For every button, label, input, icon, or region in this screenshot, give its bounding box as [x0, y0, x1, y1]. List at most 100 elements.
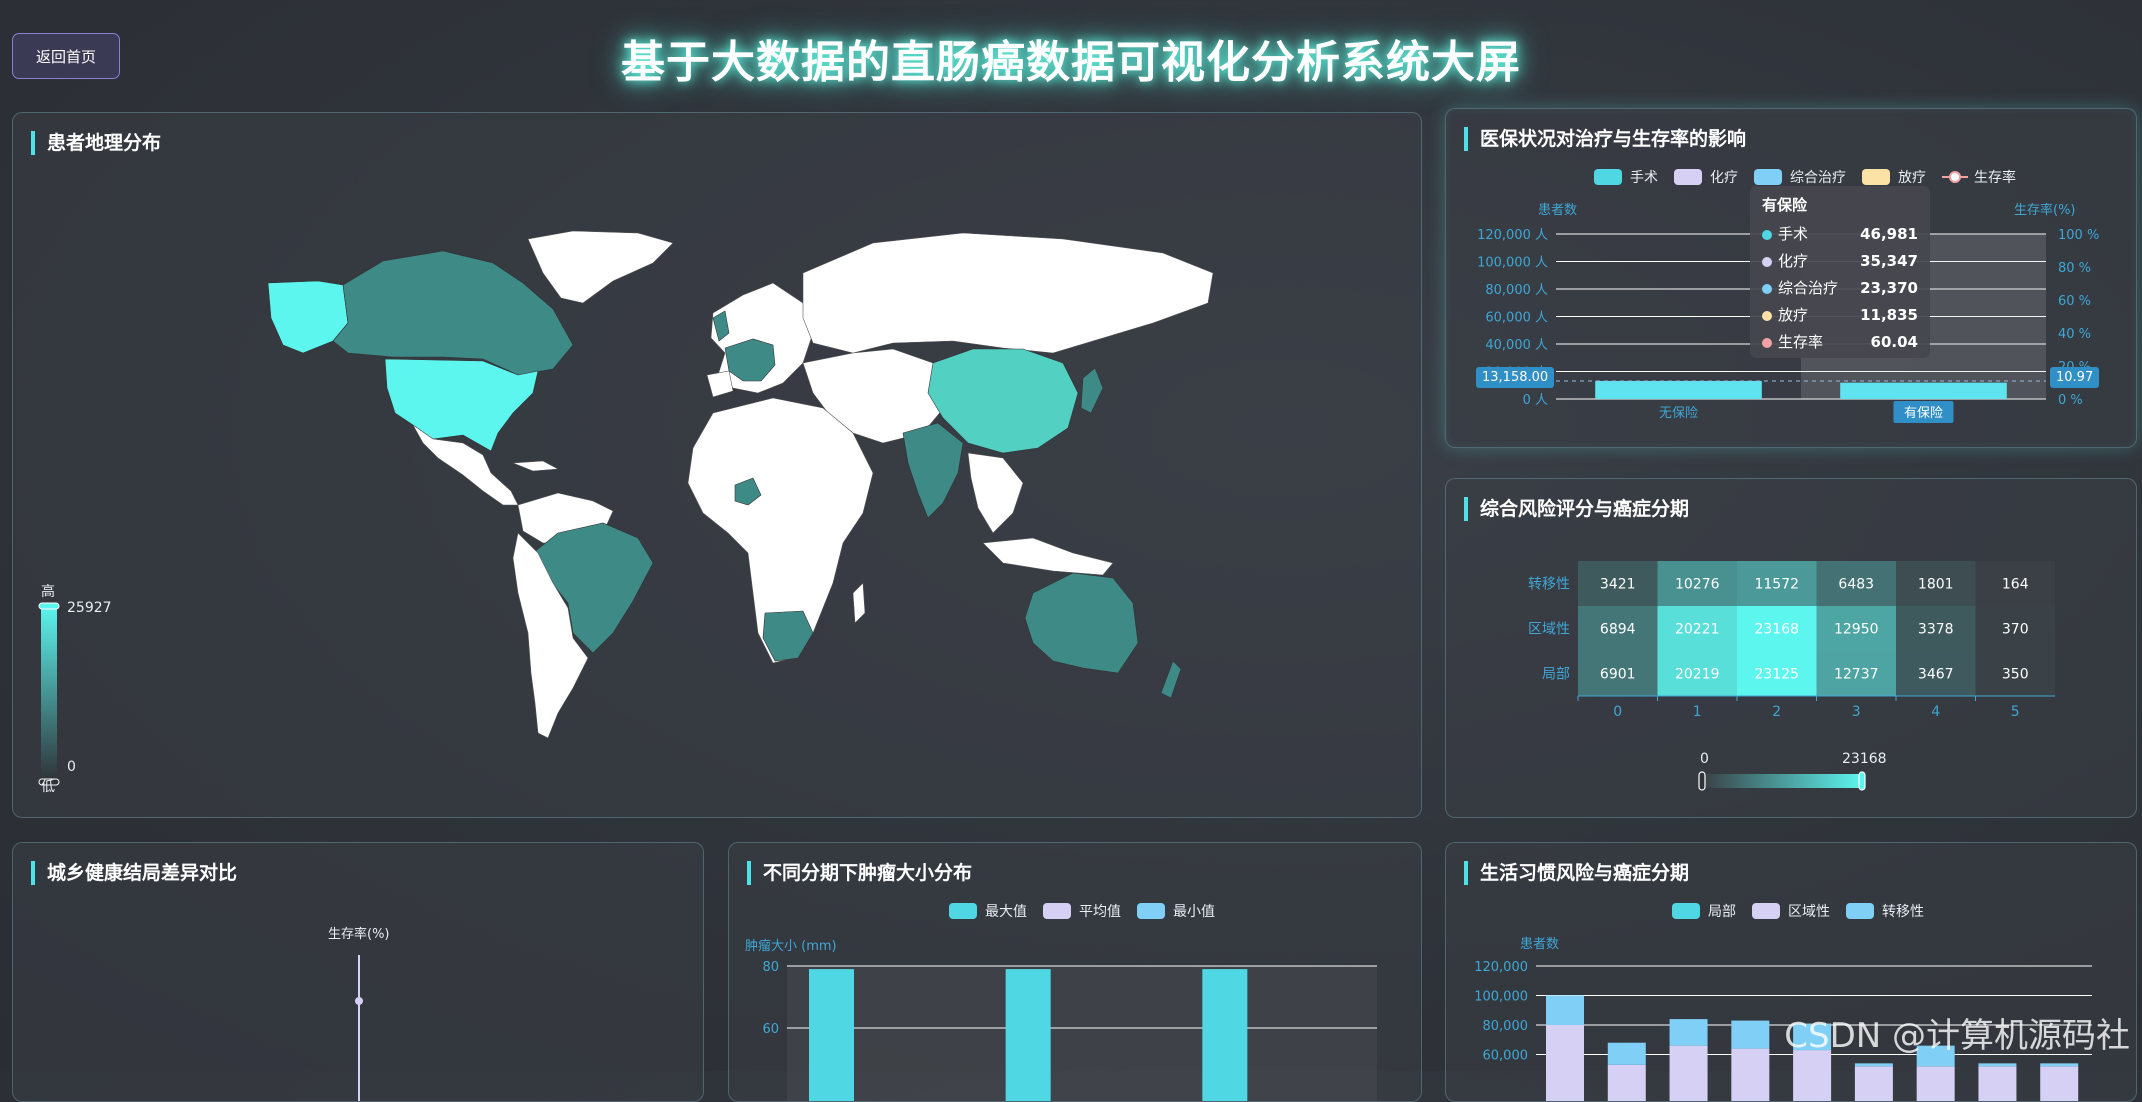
scale-low-label: 低 [41, 779, 55, 795]
y-left-tick: 120,000 人 [1477, 228, 1548, 243]
heatmap-cell-label: 164 [2002, 577, 2029, 593]
urban-rural-panel: 城乡健康结局差异对比 生存率(%) [12, 842, 704, 1102]
watermark: CSDN @计算机源码社 [1784, 1016, 2130, 1056]
category-label: 无保险 [1659, 406, 1698, 421]
y-right-tick: 40 % [2058, 327, 2091, 342]
lifestyle-bar-metastatic [2040, 1063, 2079, 1067]
world-map[interactable] [13, 113, 1422, 818]
heatmap-cell-label: 11572 [1754, 577, 1799, 593]
heatmap-cell-label: 3378 [1918, 622, 1954, 638]
heatmap-x-label: 4 [1931, 704, 1940, 720]
heatmap-cell-label: 20219 [1675, 667, 1720, 683]
heatmap-cell-label: 6901 [1600, 667, 1636, 683]
y-tick: 60,000 [1483, 1049, 1529, 1064]
heatmap-cell-label: 1801 [1918, 577, 1954, 593]
tooltip-title: 有保险 [1762, 196, 1808, 214]
y-right-tick: 100 % [2058, 228, 2099, 243]
map-region-canada [332, 250, 574, 376]
y-right-tick: 80 % [2058, 261, 2091, 276]
insurance-tooltip: 有保险 手术 46,981 化疗 35,347 综合治疗 23,370 放疗 11,83… [1750, 186, 1930, 358]
heatmap-y-label: 局部 [1542, 667, 1570, 683]
lifestyle-bar-metastatic [1607, 1042, 1646, 1065]
lifestyle-bar-regional [1916, 1066, 1955, 1101]
tooltip-row: 综合治疗 23,370 [1762, 275, 1918, 302]
lifestyle-bar-regional [1607, 1064, 1646, 1101]
heatmap-cell-label: 10276 [1675, 577, 1720, 593]
y-left-tick: 60,000 人 [1485, 311, 1548, 326]
heatmap-x-label: 1 [1693, 704, 1702, 720]
lifestyle-chart[interactable]: 120,000 100,000 80,000 60,000 [1446, 843, 2137, 1102]
heatmap-cell-label: 3467 [1918, 667, 1954, 683]
lifestyle-bar-metastatic [1669, 1019, 1708, 1046]
page-title: 基于大数据的直肠癌数据可视化分析系统大屏 [621, 37, 1521, 88]
lifestyle-bar-regional [2040, 1066, 2079, 1101]
y-tick: 120,000 [1474, 960, 1528, 975]
category-highlight-label: 有保险 [1904, 406, 1943, 421]
y-right-tick: 60 % [2058, 294, 2091, 309]
heatmap-x-label: 3 [1852, 704, 1861, 720]
y-right-tick: 0 % [2058, 393, 2083, 408]
y-left-tick: 40,000 人 [1485, 338, 1548, 353]
heatmap-cell-label: 370 [2002, 622, 2029, 638]
tumor-panel: 不同分期下肿瘤大小分布 最大值 平均值 最小值 肿瘤大小 (mm) 80 60 [728, 842, 1422, 1102]
y-tick: 80,000 [1483, 1019, 1529, 1034]
map-region-greenland [527, 230, 674, 304]
heatmap-cell-label: 20221 [1675, 622, 1720, 638]
lifestyle-bar-metastatic [1546, 995, 1584, 1025]
tooltip-row: 手术 46,981 [1762, 221, 1918, 248]
map-region-india [902, 422, 964, 519]
scale-handle-top [38, 602, 60, 610]
lifestyle-bar-metastatic [1731, 1020, 1770, 1049]
heatmap-y-label: 区域性 [1528, 622, 1570, 638]
heatmap-cell-label: 12737 [1834, 667, 1879, 683]
heatmap-cell-label: 6894 [1600, 622, 1636, 638]
map-region-spain [706, 370, 734, 398]
scale-min-value: 0 [67, 759, 76, 775]
tumor-bar [809, 969, 854, 1101]
tooltip-row: 放疗 11,835 [1762, 302, 1918, 329]
map-region-russia [802, 232, 1214, 354]
heatmap-min-label: 0 [1700, 751, 1709, 767]
heatmap-handle-right [1858, 771, 1866, 791]
heatmap-handle-left [1698, 771, 1706, 791]
urban-rural-chart[interactable] [13, 843, 704, 1102]
heatmap-cell-label: 23168 [1754, 622, 1799, 638]
y-left-tick: 80,000 人 [1485, 283, 1548, 298]
lifestyle-bar-regional [1546, 1025, 1584, 1101]
insurance-bar [1595, 380, 1762, 399]
lifestyle-bar-regional [1978, 1066, 2017, 1101]
map-region-japan [1080, 367, 1104, 414]
heatmap-x-label: 5 [2011, 704, 2020, 720]
heatmap-cell-label: 6483 [1838, 577, 1874, 593]
lifestyle-bar-regional [1731, 1048, 1770, 1101]
heatmap-max-label: 23168 [1842, 751, 1887, 767]
y-tick: 80 [762, 960, 779, 975]
heatmap-y-label: 转移性 [1528, 577, 1570, 593]
scale-max-value: 25927 [67, 600, 112, 616]
lifestyle-bar-regional [1793, 1050, 1832, 1101]
heatmap-x-label: 0 [1613, 704, 1622, 720]
lifestyle-bar-regional [1669, 1045, 1708, 1101]
map-panel: 患者地理分布 高 25927 0 低 [12, 112, 1422, 818]
axis-pointer-left-value: 13,158.00 [1476, 367, 1555, 388]
risk-panel: 综合风险评分与癌症分期 3421 10276 11572 6483 1801 164 689… [1445, 478, 2137, 818]
scale-high-label: 高 [41, 584, 55, 600]
lifestyle-bar-regional [1854, 1066, 1893, 1101]
heatmap-cell-label: 12950 [1834, 622, 1879, 638]
heatmap-visual-bar [1702, 774, 1862, 788]
tumor-bar [1005, 969, 1051, 1101]
tumor-chart[interactable]: 80 60 [729, 843, 1422, 1102]
y-left-tick: 0 人 [1523, 393, 1548, 408]
tumor-bar [1202, 969, 1248, 1101]
lifestyle-bar-metastatic [1978, 1063, 2017, 1067]
lifestyle-bar-metastatic [1854, 1063, 1893, 1067]
map-region-mexico [412, 424, 519, 506]
axis-pointer-right-value: 10.97 [2050, 367, 2100, 388]
tooltip-row: 化疗 35,347 [1762, 248, 1918, 275]
heatmap-x-label: 2 [1772, 704, 1781, 720]
insurance-bar [1840, 382, 2007, 399]
heatmap-cell-label: 3421 [1600, 577, 1636, 593]
urban-data-point [355, 997, 363, 1005]
y-tick: 100,000 [1474, 990, 1528, 1005]
risk-heatmap[interactable]: 3421 10276 11572 6483 1801 1646894 20221 23168 1… [1446, 479, 2137, 818]
